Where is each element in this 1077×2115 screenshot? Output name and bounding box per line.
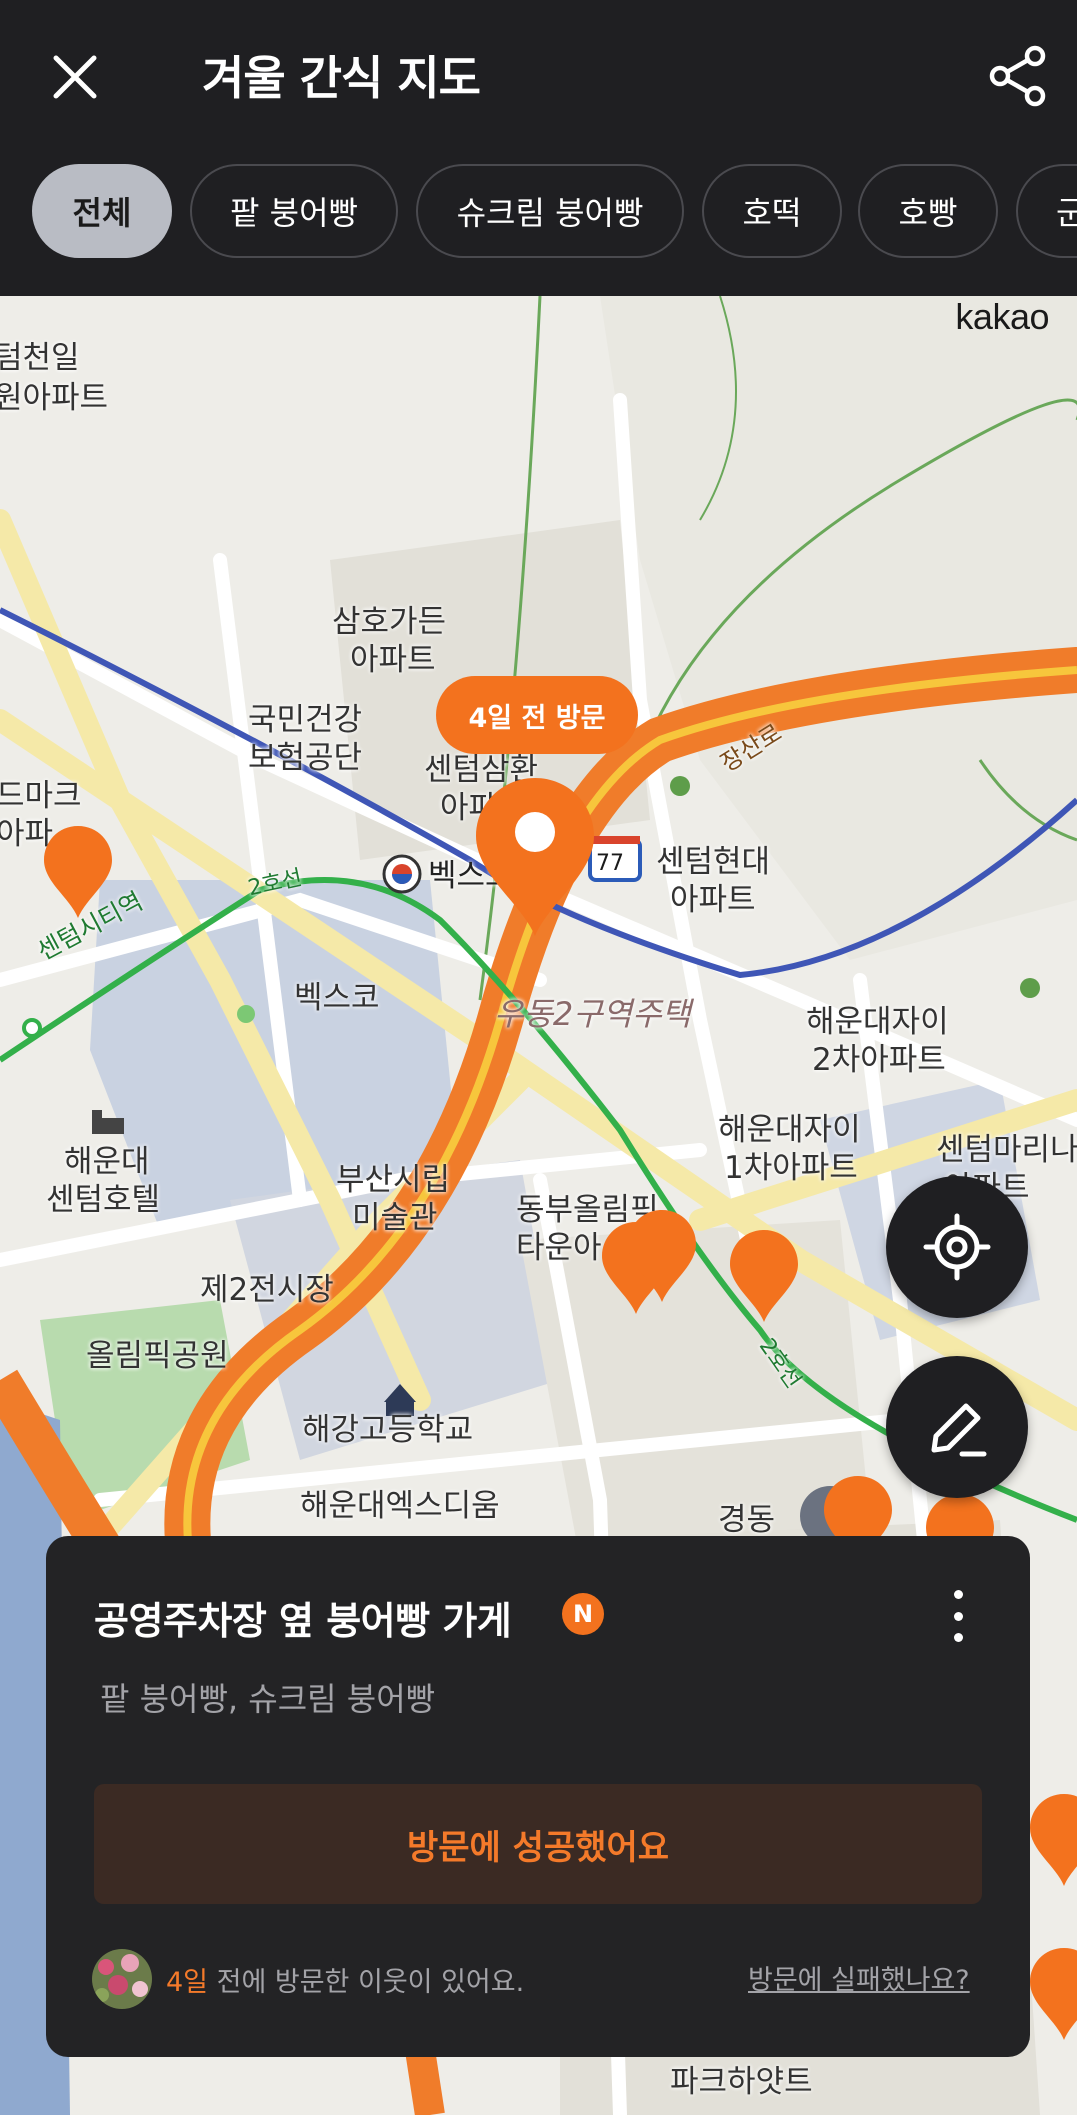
store-pin[interactable] (728, 1228, 800, 1324)
chip-custard-bungeoppang[interactable]: 슈크림 붕어빵 (416, 164, 684, 258)
store-pin[interactable] (1028, 1946, 1077, 2042)
locate-me-button[interactable] (886, 1176, 1028, 1318)
store-menu: 팥 붕어빵, 슈크림 붕어빵 (100, 1680, 436, 1718)
map-label: 부산시립 (336, 1162, 451, 1198)
map-label: 미술관 (352, 1200, 438, 1236)
kakao-map-logo: kakao (955, 296, 1049, 337)
new-badge: N (562, 1593, 604, 1635)
map-label: 아파트 (350, 642, 436, 678)
visit-success-button[interactable]: 방문에 성공했어요 (94, 1784, 982, 1904)
close-button[interactable] (42, 44, 108, 110)
chip-more-partial[interactable]: 군 (1016, 164, 1077, 258)
share-icon (989, 45, 1046, 107)
map-label: 해운대 (64, 1144, 150, 1180)
store-pin[interactable] (626, 1208, 698, 1304)
neighbor-visit-text: 전에 방문한 이웃이 있어요. (208, 1967, 525, 1998)
map-label: 해운대자이 (718, 1112, 861, 1148)
category-filter-bar: 전체 팥 붕어빵 슈크림 붕어빵 호떡 호빵 군 (0, 152, 1077, 296)
store-pin[interactable] (42, 824, 114, 920)
map-label: 경동 (718, 1502, 776, 1538)
store-info-card[interactable]: 공영주차장 옆 붕어빵 가게 N 팥 붕어빵, 슈크림 붕어빵 방문에 성공했어… (46, 1536, 1030, 2057)
chip-all[interactable]: 전체 (32, 164, 172, 258)
chip-hotteok[interactable]: 호떡 (702, 164, 842, 258)
chip-hoppang[interactable]: 호빵 (858, 164, 998, 258)
map-label: 텀천일 (0, 340, 80, 376)
more-options-button[interactable] (938, 1590, 978, 1642)
map-label: 해운대엑스디움 (300, 1488, 500, 1524)
map-label: 해강고등학교 (302, 1412, 474, 1448)
share-button[interactable] (982, 40, 1054, 112)
map-label: 해운대자이 (806, 1004, 949, 1040)
map-label: 77 (596, 851, 624, 876)
more-vertical-icon (953, 1590, 963, 1599)
map-label: 삼호가든 (332, 604, 447, 640)
map-label: 우동2구역주택 (494, 995, 691, 1033)
map-label: 센텀호텔 (46, 1182, 161, 1218)
map-label: 타운아 (516, 1230, 602, 1266)
map-label: 2차아파트 (812, 1042, 946, 1078)
page-title: 겨울 간식 지도 (202, 51, 481, 105)
map-label: 올림픽공원 (86, 1338, 229, 1374)
neighbor-visit-days: 4일 (166, 1967, 209, 1998)
map-label: 벡스코 (294, 980, 380, 1016)
chip-red-bean-bungeoppang[interactable]: 팥 붕어빵 (190, 164, 398, 258)
write-review-button[interactable] (886, 1356, 1028, 1498)
selected-store-pin[interactable] (472, 774, 598, 940)
neighbor-avatar (92, 1949, 152, 2009)
store-name: 공영주차장 옆 붕어빵 가게 (94, 1599, 512, 1643)
pencil-icon (931, 1403, 987, 1457)
crosshair-icon (923, 1213, 991, 1281)
neighbor-visit-info: 4일 전에 방문한 이웃이 있어요. (166, 1960, 524, 1999)
visit-failed-link[interactable]: 방문에 실패했나요? (748, 1958, 970, 1997)
last-visit-bubble: 4일 전 방문 (436, 676, 638, 754)
app-header: 겨울 간식 지도 (0, 0, 1077, 152)
map-label: 드마크 (0, 778, 82, 814)
map-label: 국민건강 (248, 702, 363, 738)
store-pin[interactable] (1028, 1792, 1077, 1888)
map-label: 보험공단 (248, 740, 363, 776)
map-label: 파크하얏트 (670, 2064, 813, 2100)
map-label: 센텀현대 (656, 844, 771, 880)
close-icon (53, 55, 97, 99)
map-label: 아파트 (670, 882, 756, 918)
map-label: 원아파트 (0, 380, 109, 416)
map-label: 센텀마리나 (936, 1132, 1077, 1168)
map-label: 1차아파트 (724, 1150, 858, 1186)
map-label: 제2전시장 (200, 1272, 334, 1308)
